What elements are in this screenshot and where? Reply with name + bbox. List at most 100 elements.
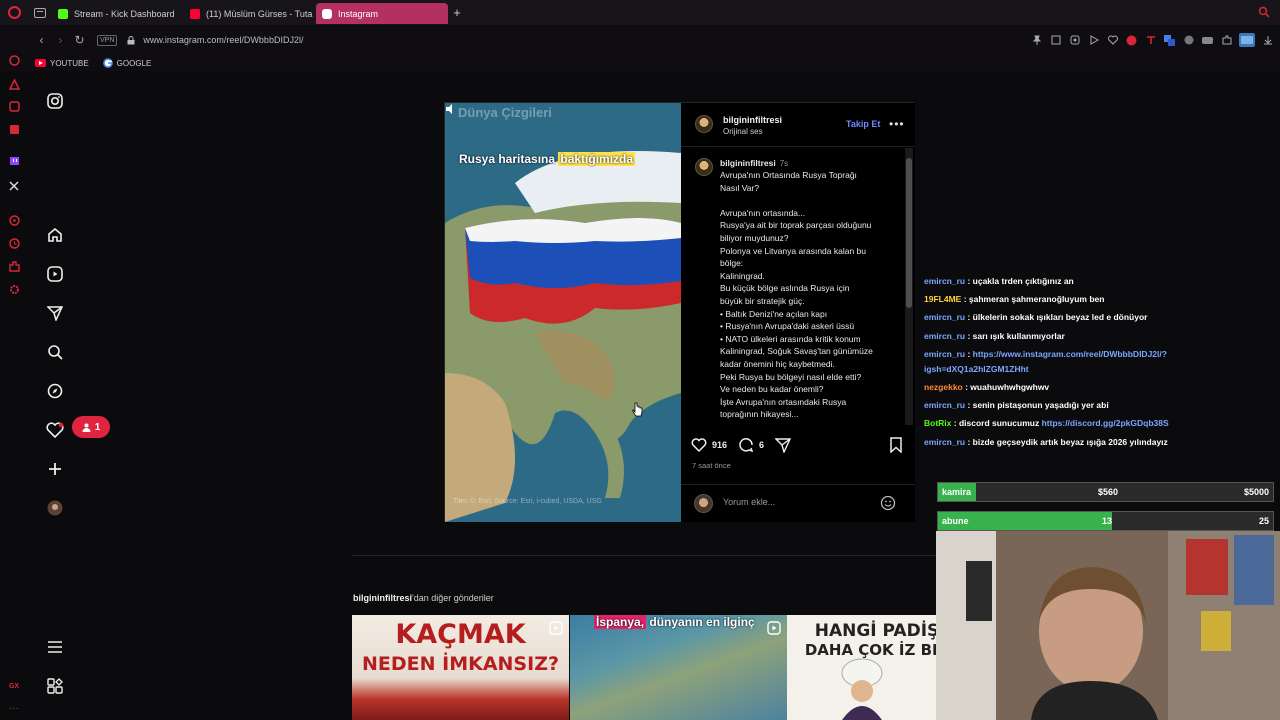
tab-label: Instagram <box>338 8 379 19</box>
notification-badge[interactable]: 1 <box>72 416 110 438</box>
thumbnail-subtitle: NEDEN İMKANSIZ? <box>361 653 559 675</box>
share-icon[interactable] <box>775 437 792 453</box>
x-twitter-icon[interactable] <box>8 180 20 192</box>
adblock-icon[interactable] <box>1125 34 1138 47</box>
tab-instagram[interactable]: Instagram <box>316 3 448 24</box>
explore-icon[interactable] <box>44 380 66 402</box>
settings-icon[interactable] <box>8 283 20 295</box>
profile-avatar[interactable] <box>44 497 66 519</box>
pin-icon[interactable] <box>1030 34 1043 47</box>
tab-workspace-icon[interactable] <box>28 0 52 25</box>
tab-kick-dashboard[interactable]: Stream - Kick Dashboard <box>52 3 184 24</box>
author-avatar[interactable] <box>695 115 713 133</box>
caption-line: Kaliningrad. <box>720 270 765 281</box>
extensions-toolbar <box>1030 33 1274 47</box>
direct-messages-icon[interactable] <box>44 302 66 324</box>
instagram-logo-icon[interactable] <box>44 90 66 112</box>
create-post-icon[interactable] <box>44 458 66 480</box>
tab-search-icon[interactable] <box>1258 5 1272 19</box>
scrollbar-thumb[interactable] <box>906 158 912 308</box>
gx-corner-icon[interactable]: GX <box>8 680 20 692</box>
reels-icon[interactable] <box>44 263 66 285</box>
like-count[interactable]: 916 <box>712 440 727 450</box>
post-thumbnail[interactable]: HANGİ PADİŞ DAHA ÇOK İZ BIR <box>787 615 936 720</box>
reel-video[interactable]: Dünya Çizgileri Rusya haritasına baktığı… <box>445 103 681 522</box>
chat-username[interactable]: emircn_ru <box>924 276 965 286</box>
heart-icon[interactable] <box>1106 34 1119 47</box>
extensions-sidebar-icon[interactable] <box>8 260 20 272</box>
chat-username[interactable]: emircn_ru <box>924 400 965 410</box>
chat-text: : sarı ışık kullanmıyorlar <box>965 330 1065 341</box>
caption-line: toprağının hikayesi... <box>720 409 799 420</box>
emoji-icon[interactable] <box>880 495 896 511</box>
save-icon[interactable] <box>888 437 904 453</box>
audio-label[interactable]: Orijinal ses <box>723 127 763 136</box>
chat-username[interactable]: emircn_ru <box>924 349 965 359</box>
shield-extension-icon[interactable] <box>1182 34 1195 47</box>
comment-icon[interactable] <box>738 437 754 453</box>
bookmark-youtube[interactable]: YOUTUBE <box>35 59 89 68</box>
goal-target: $5000 <box>1243 487 1269 497</box>
crypto-wallet-icon[interactable] <box>8 78 20 90</box>
translate-red-icon[interactable] <box>1144 34 1157 47</box>
caption-scrollbar[interactable] <box>905 148 913 425</box>
player-icon[interactable] <box>1087 34 1100 47</box>
snapshot-icon[interactable] <box>1049 34 1062 47</box>
video-download-icon[interactable] <box>1201 34 1214 47</box>
volume-icon[interactable] <box>445 103 457 115</box>
also-from-meta-icon[interactable] <box>44 675 66 697</box>
comment-input[interactable]: Yorum ekle... <box>723 497 775 507</box>
chat-username[interactable]: BotRix <box>924 418 951 428</box>
translate-icon[interactable] <box>1163 34 1176 47</box>
post-thumbnail[interactable]: KAÇMAK NEDEN İMKANSIZ? <box>352 615 569 720</box>
chat-username[interactable]: 19FL4ME <box>924 294 961 304</box>
vpn-badge[interactable]: VPN <box>97 34 118 46</box>
more-posts-author[interactable]: bilgininfiltresi <box>353 593 412 603</box>
messenger-icon[interactable] <box>8 100 20 112</box>
caption-author[interactable]: bilgininfiltresi <box>720 158 776 168</box>
chat-link[interactable]: https://discord.gg/2pkGDqb38S <box>1042 418 1169 428</box>
more-options-icon[interactable]: ••• <box>889 117 905 131</box>
chat-username[interactable]: emircn_ru <box>924 312 965 322</box>
notification-count: 1 <box>94 421 101 433</box>
follow-button[interactable]: Takip Et <box>846 119 880 129</box>
profile-picture-icon[interactable] <box>1239 33 1255 47</box>
post-thumbnail[interactable]: İspanya, dünyanın en ilginç <box>570 615 787 720</box>
puzzle-icon[interactable] <box>1220 34 1233 47</box>
aria-icon[interactable] <box>8 54 20 66</box>
search-icon[interactable] <box>44 341 66 363</box>
video-caption: Rusya haritasına baktığımızda <box>459 152 636 166</box>
chat-link[interactable]: igsh=dXQ1a2hlZGM1ZHht <box>924 364 1029 374</box>
player-sidebar-icon[interactable] <box>8 214 20 226</box>
new-tab-button[interactable]: + <box>448 5 466 20</box>
music-icon[interactable] <box>8 123 20 135</box>
comment-count[interactable]: 6 <box>759 440 764 450</box>
author-username[interactable]: bilgininfiltresi <box>723 115 782 125</box>
chat-username[interactable]: emircn_ru <box>924 331 965 341</box>
chat-text: : senin pistaşonun yaşadığı yer abi <box>965 400 1109 411</box>
notifications-heart-icon[interactable] <box>44 419 66 441</box>
back-icon[interactable]: ‹ <box>32 25 51 55</box>
chat-text: : uçakla trden çıktığınız an <box>965 276 1074 286</box>
history-icon[interactable] <box>8 237 20 249</box>
chat-link[interactable]: https://www.instagram.com/reel/DWbbbDIDJ… <box>973 349 1167 359</box>
download-icon[interactable] <box>1261 34 1274 47</box>
caption-author-avatar[interactable] <box>695 158 713 176</box>
twitch-icon[interactable] <box>8 156 20 168</box>
tab-youtube[interactable]: (11) Müslüm Gürses - Tuta <box>184 3 316 24</box>
like-icon[interactable] <box>691 437 707 453</box>
bookmark-google[interactable]: GOOGLE <box>102 58 151 68</box>
thumbnail-title: İspanya, dünyanın en ilginç <box>594 615 755 629</box>
reload-icon[interactable]: ↻ <box>70 25 89 55</box>
tab-label: (11) Müslüm Gürses - Tuta <box>206 8 313 19</box>
url-field[interactable]: www.instagram.com/reel/DWbbbDIDJ2l/ <box>143 35 303 45</box>
cube-icon[interactable] <box>1068 34 1081 47</box>
home-icon[interactable] <box>44 224 66 246</box>
chat-username[interactable]: nezgekko <box>924 382 963 392</box>
forward-icon[interactable]: › <box>51 25 70 55</box>
opera-menu-icon[interactable] <box>0 0 28 25</box>
chat-username[interactable]: emircn_ru <box>924 437 965 447</box>
chat-text: : wuahuwhwhgwhwv <box>962 382 1050 392</box>
menu-icon[interactable] <box>44 636 66 658</box>
sidebar-more-icon[interactable]: ··· <box>8 702 20 714</box>
